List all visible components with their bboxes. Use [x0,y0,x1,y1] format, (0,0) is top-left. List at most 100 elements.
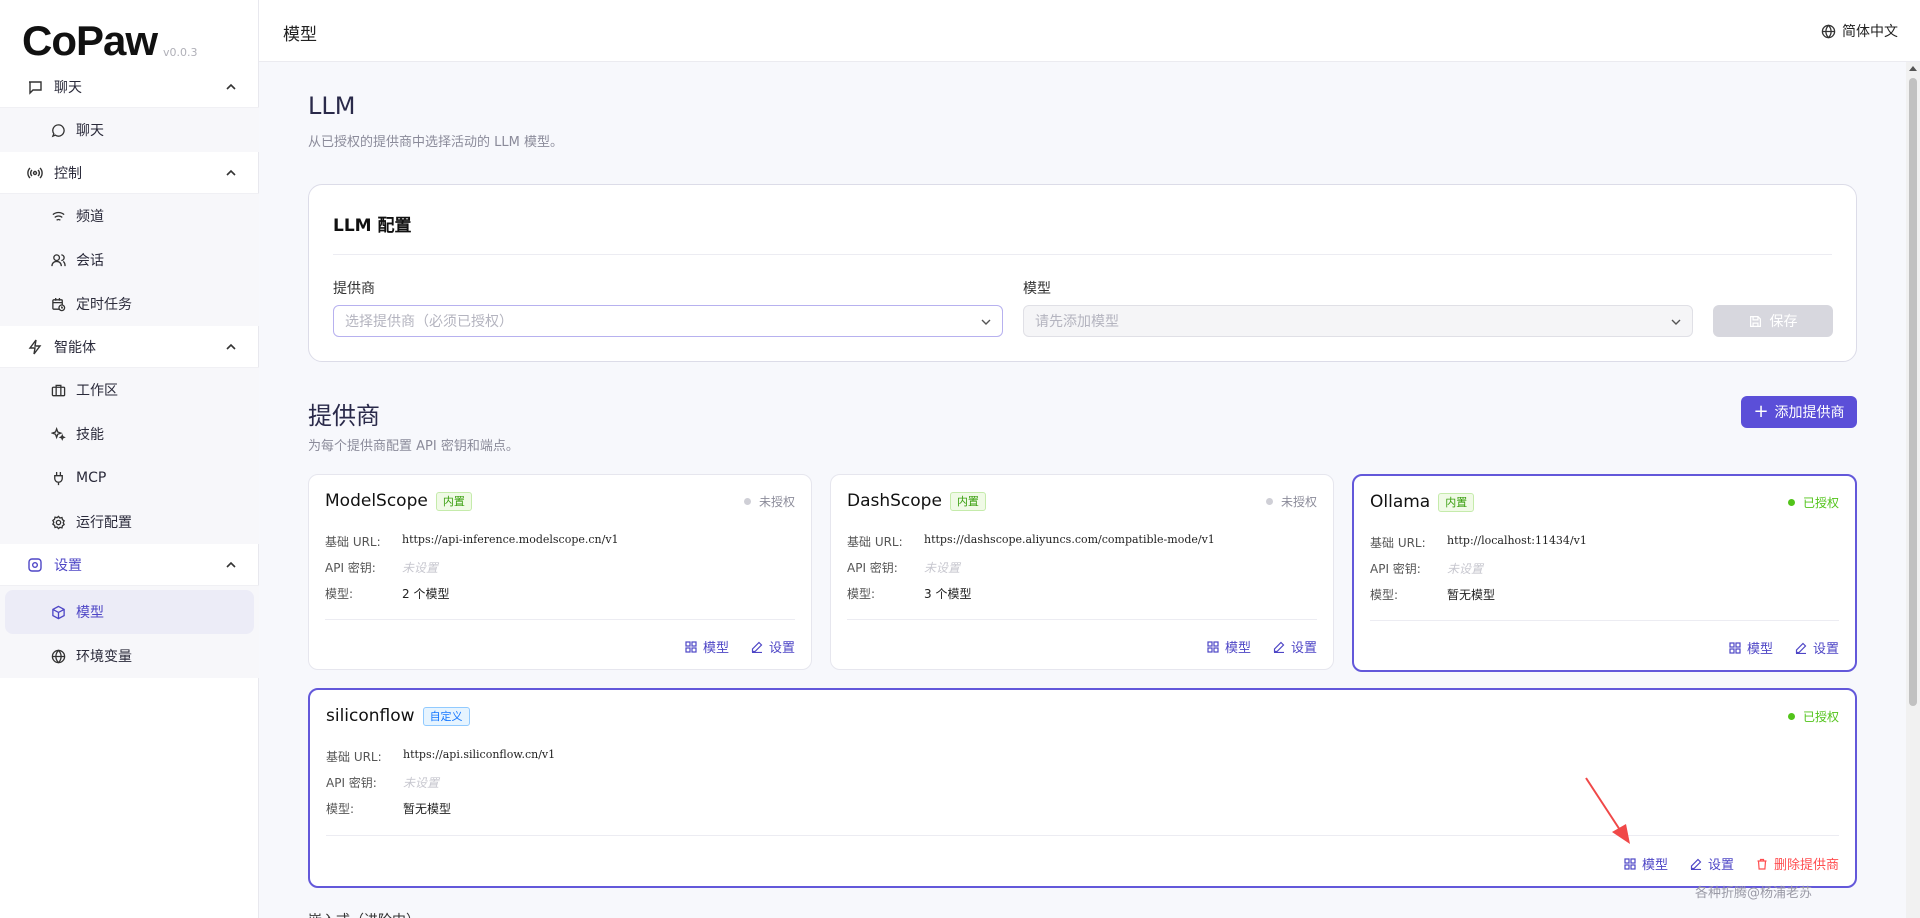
sidebar-item-models[interactable]: 模型 [5,590,254,634]
field-value: 暂无模型 [1447,588,1496,602]
field-label: API 密钥: [847,561,898,575]
users-icon [50,252,66,268]
globe-icon [1821,23,1836,39]
add-provider-button[interactable]: + 添加提供商 [1741,396,1857,428]
settings-button[interactable]: 设置 [1690,854,1734,873]
api-key-row: API 密钥: 未设置 [325,559,438,576]
edit-icon [1273,641,1285,653]
action-label: 设置 [768,641,795,656]
models-button[interactable]: 模型 [1624,854,1668,873]
scroll-up-arrow[interactable] [1909,66,1917,71]
field-value: https://dashscope.aliyuncs.com/compatibl… [924,533,1215,546]
language-label: 简体中文 [1842,24,1898,40]
action-label: 设置 [1290,641,1317,656]
sidebar-group-settings[interactable]: 设置 [0,544,259,586]
sidebar-sub-agent: 工作区 技能 MCP 运行配置 [0,368,259,544]
llm-section-subtitle: 从已授权的提供商中选择活动的 LLM 模型。 [308,135,563,150]
provider-card-dashscope: DashScope 内置 未授权 基础 URL: https://dashscope… [830,474,1334,670]
api-key-row: API 密钥: 未设置 [326,774,439,791]
sidebar-sub-settings: 模型 环境变量 [0,586,259,678]
sidebar-item-label: 环境变量 [76,649,132,665]
status-text: 未授权 [1280,495,1317,509]
sidebar-group-label: 智能体 [54,339,96,356]
card-actions: 模型 设置 [1185,637,1317,656]
sidebar-group-control[interactable]: 控制 [0,152,259,194]
provider-card-modelscope: ModelScope 内置 未授权 基础 URL: https://api-infe… [308,474,812,670]
models-button[interactable]: 模型 [685,637,729,656]
llm-section-title: LLM [308,92,356,120]
field-value: 暂无模型 [403,802,452,816]
provider-card-ollama: Ollama 内置 已授权 基础 URL: http://localhost:114… [1352,474,1857,672]
status-dot [1265,498,1273,505]
field-label: 基础 URL: [326,750,382,764]
sidebar-item-label: 频道 [76,209,104,225]
sidebar-item-sessions[interactable]: 会话 [0,238,259,282]
status-text: 已授权 [1802,496,1839,510]
sidebar-sub-control: 频道 会话 定时任务 [0,194,259,326]
settings-button[interactable]: 设置 [1273,637,1317,656]
field-label: API 密钥: [1370,562,1421,576]
grid-icon [1729,641,1741,654]
sparkles-icon [50,426,66,442]
sidebar-item-label: 技能 [76,427,104,443]
scrollbar-thumb[interactable] [1909,78,1917,706]
models-button[interactable]: 模型 [1729,638,1773,657]
action-label: 删除提供商 [1773,858,1839,873]
settings-icon [50,514,66,530]
model-select-placeholder: 请先添加模型 [1035,314,1119,330]
save-label: 保存 [1769,314,1798,330]
delete-provider-button[interactable]: 删除提供商 [1756,854,1839,873]
scrollbar[interactable] [1906,62,1920,918]
settings-gear-icon [26,556,44,574]
provider-select[interactable]: 选择提供商（必须已授权） [333,305,1003,337]
chevron-up-icon [226,83,236,90]
model-select[interactable]: 请先添加模型 [1023,305,1693,337]
grid-icon [1624,857,1636,870]
status-badge: 已授权 [1787,708,1839,725]
sidebar-item-channels[interactable]: 频道 [0,194,259,238]
annotation-arrow-icon [1585,777,1630,844]
field-label: 模型: [1370,588,1399,602]
status-badge: 已授权 [1787,494,1839,511]
sidebar-item-scheduled-tasks[interactable]: 定时任务 [0,282,259,326]
sidebar-item-workspace[interactable]: 工作区 [0,368,259,412]
calendar-clock-icon [50,296,66,312]
sidebar-item-runtime-config[interactable]: 运行配置 [0,500,259,544]
models-button[interactable]: 模型 [1207,637,1251,656]
version-label: v0.0.3 [163,46,198,59]
field-label: 基础 URL: [1370,536,1426,550]
status-text: 未授权 [758,495,795,509]
box-icon [50,604,66,620]
provider-name-text: Ollama [1370,492,1431,512]
chevron-up-icon [226,169,236,176]
sidebar-item-chat[interactable]: 聊天 [0,108,259,152]
base-url-row: 基础 URL: https://api-inference.modelscope.… [325,533,619,550]
sidebar-item-skills[interactable]: 技能 [0,412,259,456]
status-dot [743,498,751,505]
language-switcher[interactable]: 简体中文 [1821,21,1898,41]
sidebar-item-label: 工作区 [76,383,118,399]
briefcase-icon [50,382,66,398]
action-label: 模型 [1641,858,1668,873]
models-row: 模型: 3 个模型 [847,585,971,602]
radio-icon [26,164,44,182]
field-label: 模型: [325,587,354,601]
sidebar-item-mcp[interactable]: MCP [0,456,259,500]
settings-button[interactable]: 设置 [751,637,795,656]
edit-icon [751,641,763,653]
sidebar-group-chat[interactable]: 聊天 [0,66,259,108]
provider-label: 提供商 [333,281,375,297]
embedding-section-title: 嵌入式（进阶中） [308,910,420,918]
field-value: 未设置 [924,561,961,575]
action-label: 模型 [702,641,729,656]
save-button[interactable]: 保存 [1713,305,1833,337]
sidebar-group-label: 控制 [54,165,82,182]
edit-icon [1690,858,1702,870]
builtin-tag: 内置 [435,491,472,511]
sidebar-group-agent[interactable]: 智能体 [0,326,259,368]
sidebar-item-env-vars[interactable]: 环境变量 [0,634,259,678]
sidebar: CoPaw v0.0.3 聊天 聊天 控制 频道 会话 定时任务 智能体 工作区… [0,0,259,918]
logo[interactable]: CoPaw v0.0.3 [22,12,198,62]
grid-icon [685,640,697,653]
settings-button[interactable]: 设置 [1795,638,1839,657]
